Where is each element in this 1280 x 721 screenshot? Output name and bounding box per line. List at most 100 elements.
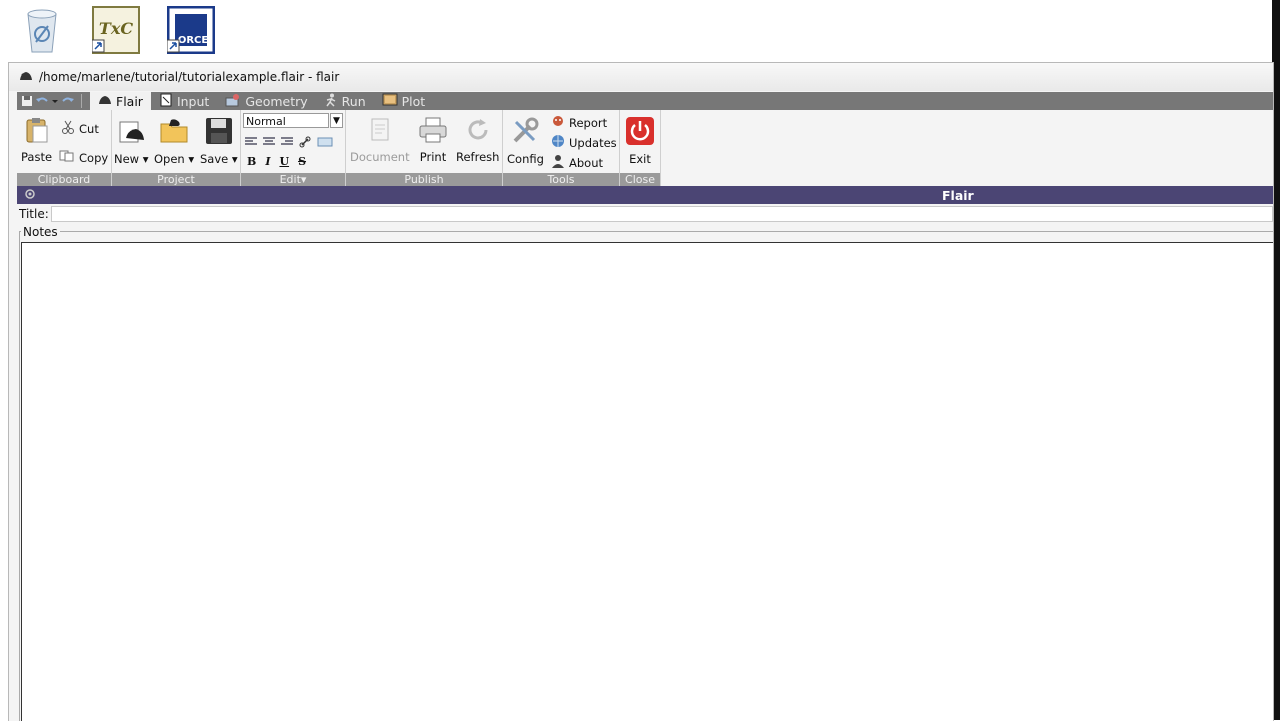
group-label-tools: Tools: [503, 173, 619, 186]
exit-button[interactable]: Exit: [625, 116, 655, 166]
document-label: Document: [350, 150, 410, 164]
title-input[interactable]: [51, 206, 1273, 222]
new-button[interactable]: New ▾: [114, 116, 149, 166]
italic-icon[interactable]: I: [265, 155, 270, 168]
cut-button[interactable]: Cut: [61, 120, 99, 137]
tab-plot[interactable]: Plot: [374, 92, 434, 110]
bug-report-icon: [551, 114, 565, 131]
ribbon-tab-strip: Flair Input Geometry Run Plot: [17, 92, 1273, 111]
globe-updates-icon: [551, 134, 565, 151]
report-label: Report: [569, 115, 608, 130]
config-label: Config: [507, 152, 544, 166]
group-label-project: Project: [112, 173, 240, 186]
group-label-publish: Publish: [346, 173, 502, 186]
tab-label: Run: [341, 93, 366, 109]
open-folder-icon: [159, 116, 189, 149]
geometry-icon: [225, 93, 241, 110]
tab-flair[interactable]: Flair: [90, 92, 151, 111]
about-button[interactable]: About: [551, 154, 603, 171]
text-style-select[interactable]: Normal: [243, 113, 329, 128]
run-icon: [324, 93, 338, 110]
tools-config-icon: [510, 116, 540, 149]
open-button[interactable]: Open ▾: [154, 116, 194, 166]
tab-input[interactable]: Input: [151, 92, 217, 110]
new-project-icon: [116, 116, 146, 149]
tab-geometry[interactable]: Geometry: [217, 92, 315, 110]
notes-label: Notes: [21, 225, 60, 239]
title-row: Title:: [17, 204, 1273, 224]
save-label: Save ▾: [200, 152, 238, 166]
notes-textarea[interactable]: [21, 242, 1273, 721]
project-group: New ▾ Open ▾ Save ▾ Project: [112, 110, 241, 186]
document-button[interactable]: Document: [350, 116, 410, 164]
clipboard-group: Paste Cut Copy Clipboard: [17, 110, 112, 186]
image-insert-icon[interactable]: [317, 137, 333, 150]
redo-icon[interactable]: [61, 95, 75, 107]
txc-icon[interactable]: TxC: [91, 6, 140, 54]
flair-icon: [98, 94, 112, 109]
print-label: Print: [419, 150, 447, 164]
copy-label: Copy: [79, 150, 109, 165]
undo-dropdown-icon[interactable]: [51, 95, 59, 107]
underline-icon[interactable]: U: [279, 155, 289, 168]
tab-run[interactable]: Run: [316, 92, 374, 110]
exit-label: Exit: [629, 152, 651, 166]
align-left-icon[interactable]: [245, 137, 257, 150]
panel-title: Flair: [942, 187, 974, 203]
copy-icon: [59, 150, 75, 165]
window-title: /home/marlene/tutorial/tutorialexample.f…: [39, 70, 340, 84]
panel-settings-icon[interactable]: [25, 188, 35, 202]
floppy-disk-icon: [204, 116, 234, 149]
txc-icon-label: TxC: [99, 19, 133, 38]
flair-app-icon: [19, 70, 33, 85]
title-label: Title:: [19, 207, 49, 221]
app-window: /home/marlene/tutorial/tutorialexample.f…: [8, 62, 1274, 721]
tab-label: Geometry: [245, 93, 308, 109]
scissors-icon: [61, 120, 75, 137]
refresh-icon: [464, 116, 492, 147]
copy-button[interactable]: Copy: [59, 150, 108, 165]
recycle-bin-icon[interactable]: [20, 6, 64, 54]
refresh-label: Refresh: [456, 150, 500, 164]
about-label: About: [569, 155, 604, 170]
ribbon: Paste Cut Copy Clipboard New ▾ Open ▾ Sa…: [17, 110, 1273, 186]
publish-group: Document Print Refresh Publish: [346, 110, 503, 186]
print-button[interactable]: Print: [418, 116, 448, 164]
power-exit-icon: [625, 116, 655, 149]
input-icon: [159, 93, 173, 110]
person-about-icon: [551, 154, 565, 171]
paste-button[interactable]: Paste: [21, 116, 52, 164]
bold-icon[interactable]: B: [247, 155, 256, 168]
printer-icon: [418, 116, 448, 147]
text-format-row: B I U S: [247, 155, 306, 168]
updates-button[interactable]: Updates: [551, 134, 617, 151]
link-icon[interactable]: [299, 136, 311, 151]
force-icon-label: ORCE: [178, 35, 209, 46]
group-label-edit[interactable]: Edit▾: [241, 173, 345, 186]
updates-label: Updates: [569, 135, 617, 150]
plot-icon: [382, 93, 398, 109]
open-label: Open ▾: [154, 152, 195, 166]
undo-icon[interactable]: [35, 95, 49, 107]
cut-label: Cut: [79, 121, 99, 136]
toolbar-separator: [81, 94, 82, 108]
report-button[interactable]: Report: [551, 114, 607, 131]
tools-group: Config Report Updates About Tools: [503, 110, 620, 186]
align-right-icon[interactable]: [281, 137, 293, 150]
alignment-row: [245, 136, 333, 151]
strikethrough-icon[interactable]: S: [298, 155, 306, 168]
refresh-button[interactable]: Refresh: [456, 116, 499, 164]
panel-header: Flair: [17, 186, 1273, 204]
save-button[interactable]: Save ▾: [200, 116, 238, 166]
force-icon[interactable]: ORCE: [166, 5, 216, 55]
paste-icon: [23, 116, 51, 147]
group-label-close: Close: [620, 173, 660, 186]
group-label-clipboard: Clipboard: [17, 173, 111, 186]
paste-label: Paste: [21, 150, 53, 164]
config-button[interactable]: Config: [507, 116, 544, 166]
window-titlebar[interactable]: /home/marlene/tutorial/tutorialexample.f…: [9, 63, 1273, 91]
quick-access-toolbar: [17, 92, 90, 110]
align-center-icon[interactable]: [263, 137, 275, 150]
quick-save-icon[interactable]: [21, 95, 33, 107]
style-dropdown-icon[interactable]: ▼: [330, 113, 343, 128]
